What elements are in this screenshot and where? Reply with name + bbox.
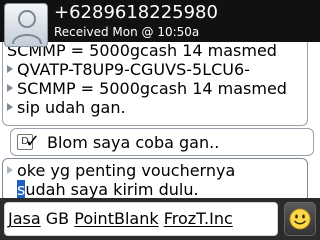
expand-arrow-icon <box>7 84 13 92</box>
outgoing-message-bubble[interactable]: D ✓ Blom saya coba gan.. <box>10 128 314 156</box>
contact-number: +6289618225980 <box>54 2 218 23</box>
message-text: Blom saya coba gan.. <box>47 133 220 152</box>
message-compose-field[interactable]: Jasa GB PointBlank FrozT.Inc <box>4 202 278 236</box>
expand-arrow-icon <box>7 103 13 111</box>
message-line: SCMMP = 5000gcash 14 masmed <box>7 42 277 60</box>
outgoing-message-row: D ✓ Blom saya coba gan.. <box>11 129 313 155</box>
message-thread[interactable]: SCMMP = 5000gcash 14 masmed QVATP-T8UP9-… <box>0 42 320 198</box>
emoticon-button[interactable] <box>284 202 316 236</box>
message-line: sip udah gan. <box>3 98 307 117</box>
received-timestamp: Received Mon @ 10:50a <box>54 25 200 39</box>
compose-bar: Jasa GB PointBlank FrozT.Inc <box>0 198 320 240</box>
expand-arrow-icon <box>7 166 13 174</box>
compose-word: FrozT.Inc <box>163 209 233 228</box>
expand-arrow-icon <box>7 65 13 73</box>
smiley-icon <box>289 208 311 230</box>
message-line: sudah saya kirim dulu. <box>17 180 199 198</box>
incoming-message-bubble[interactable]: SCMMP = 5000gcash 14 masmed QVATP-T8UP9-… <box>2 42 308 126</box>
sent-check-icon: ✓ <box>25 131 41 152</box>
compose-word: Jasa <box>8 209 41 228</box>
compose-word: PointBlank <box>74 209 159 228</box>
conversation-header: +6289618225980 Received Mon @ 10:50a <box>0 0 320 47</box>
contact-avatar-icon[interactable] <box>4 3 48 47</box>
incoming-message-bubble-selected[interactable]: oke yg penting vouchernya sudah saya kir… <box>2 158 308 198</box>
compose-word: GB <box>45 209 70 228</box>
message-line: SCMMP = 5000gcash 14 masmed <box>3 79 307 98</box>
message-line: oke yg penting vouchernya <box>3 161 307 180</box>
message-line: QVATP-T8UP9-CGUVS-5LCU6- <box>3 60 307 79</box>
